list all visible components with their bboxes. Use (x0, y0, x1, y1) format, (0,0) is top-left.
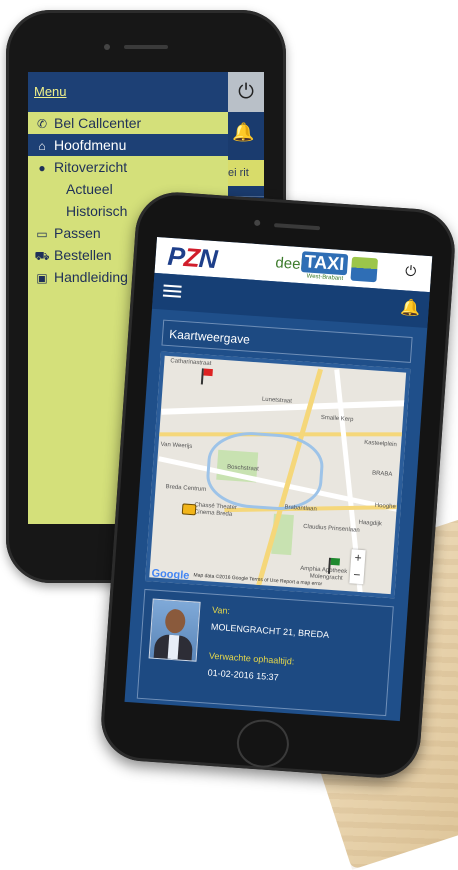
speaker (273, 223, 321, 231)
driver-avatar (148, 598, 201, 662)
car-icon: ⛟ (34, 249, 50, 263)
screen-map: PZN deel TAXI West-Brabant ⏻ 🔔 Kaartweer… (124, 236, 433, 722)
map-footer[interactable]: Map data ©2016 Google Terms of Use Repor… (193, 572, 322, 587)
ride-info-panel: Van: MOLENGRACHT 21, BREDA Verwachte oph… (136, 588, 394, 717)
phone-front: PZN deel TAXI West-Brabant ⏻ 🔔 Kaartweer… (98, 189, 458, 781)
menu-item-label: Bestellen (54, 247, 112, 263)
zoom-in-button[interactable]: + (351, 549, 366, 567)
manual-icon: ▣ (36, 271, 48, 285)
power-icon[interactable]: ⏻ (405, 262, 417, 280)
map-label: Catharinastraat (170, 358, 212, 368)
rit-button[interactable]: ei rit (226, 160, 264, 186)
from-value: MOLENGRACHT 21, BREDA (210, 621, 330, 640)
home-button[interactable] (235, 717, 291, 770)
bell-icon[interactable]: 🔔 (232, 122, 254, 143)
home-icon: ⌂ (38, 139, 46, 153)
deeltaxi-logo-deel: deel (274, 254, 305, 274)
pzn-logo: PZN (166, 240, 218, 275)
deeltaxi-logo-sub: West-Brabant (306, 273, 344, 283)
menu-item-label: Passen (54, 225, 101, 241)
map-canal (204, 429, 326, 514)
zoom-control: + − (349, 549, 366, 585)
menu-item-hoofdmenu[interactable]: ⌂ Hoofdmenu (28, 134, 228, 156)
menu-item-label: Actueel (66, 181, 113, 197)
destination-flag-icon (200, 368, 204, 385)
menu-item-bel-callcenter[interactable]: ✆ Bel Callcenter (28, 112, 228, 134)
map-view[interactable]: Lunetstraat Smalle Kerp Catharinastraat … (144, 351, 411, 599)
menu-header: Menu (28, 72, 228, 112)
map-label: Cinema Breda (193, 509, 233, 518)
menu-item-label: Ritoverzicht (54, 159, 128, 175)
menu-title[interactable]: Menu (34, 84, 67, 99)
camera (254, 219, 261, 227)
power-icon[interactable]: ⏻ (228, 72, 264, 112)
menu-item-label: Handleiding (54, 269, 128, 285)
card-icon: ▭ (36, 227, 48, 241)
location-pin-icon: ● (38, 161, 46, 175)
map-label: BRABA (371, 470, 393, 478)
map-label: Smalle Kerp (320, 414, 354, 424)
bell-icon[interactable]: 🔔 (400, 297, 421, 318)
menu-item-label: Bel Callcenter (54, 115, 142, 131)
hamburger-menu-icon[interactable] (162, 282, 182, 301)
speaker (124, 45, 168, 49)
deeltaxi-logo-taxi: TAXI (300, 251, 348, 276)
map-label: Breda Centrum (165, 484, 207, 493)
menu-item-label: Historisch (66, 203, 128, 219)
menu-item-label: Hoofdmenu (54, 137, 127, 153)
pickup-time-value: 01-02-2016 15:37 (207, 667, 279, 683)
phone-icon: ✆ (36, 117, 48, 131)
map-label: Kasteelplein (363, 439, 397, 449)
map-label: Brabantlaan (284, 504, 317, 513)
taxi-icon (181, 503, 197, 516)
pickup-time-label: Verwachte ophaaltijd: (208, 650, 295, 667)
from-label: Van: (211, 604, 231, 616)
map-label: Van Weerijs (160, 441, 193, 450)
deeltaxi-logo-mark (350, 256, 379, 283)
map-label: Lunetstraat (261, 396, 293, 405)
menu-item-ritoverzicht[interactable]: ● Ritoverzicht (28, 156, 228, 178)
map-label: Haagdijk (358, 519, 383, 528)
zoom-out-button[interactable]: − (349, 566, 364, 584)
google-logo: Google (151, 567, 190, 583)
camera (104, 44, 110, 50)
